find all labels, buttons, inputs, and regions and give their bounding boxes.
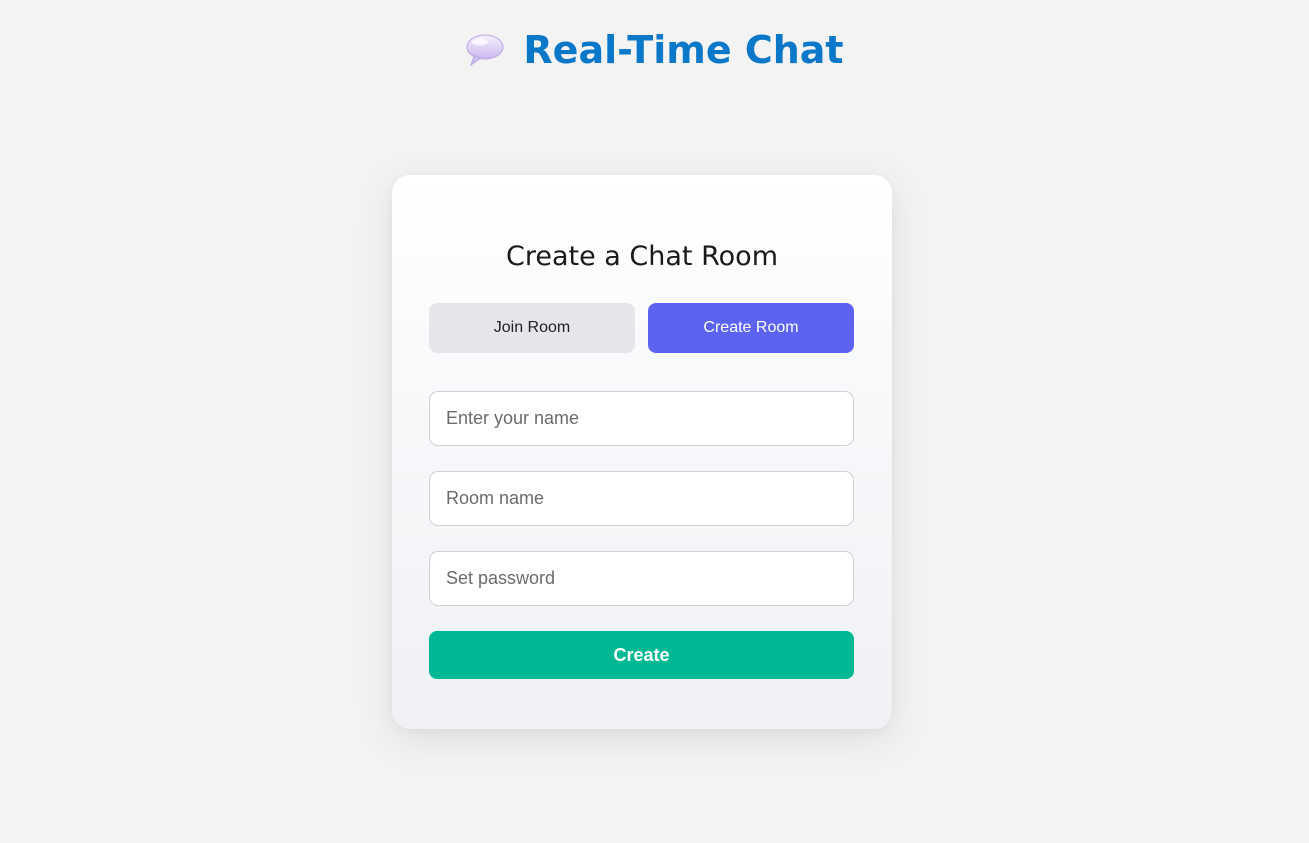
app-title: Real-Time Chat: [523, 28, 844, 72]
speech-bubble-icon: [465, 30, 505, 70]
room-name-input[interactable]: [429, 471, 854, 526]
card-title: Create a Chat Room: [506, 241, 778, 272]
join-room-tab[interactable]: Join Room: [429, 303, 635, 353]
app-header: Real-Time Chat: [0, 24, 1309, 76]
create-room-tab[interactable]: Create Room: [648, 303, 854, 353]
create-button[interactable]: Create: [429, 631, 854, 679]
create-room-card: Create a Chat Room Join Room Create Room…: [392, 175, 892, 729]
name-input[interactable]: [429, 391, 854, 446]
password-input[interactable]: [429, 551, 854, 606]
room-mode-tabs: Join Room Create Room: [429, 303, 854, 353]
